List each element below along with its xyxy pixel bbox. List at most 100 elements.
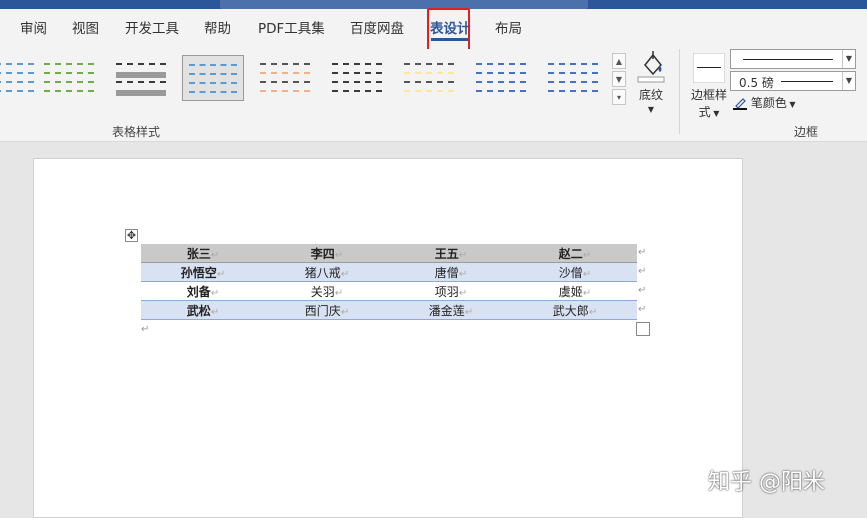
tab-pdf-tools[interactable]: PDF工具集 (258, 9, 325, 49)
shading-button[interactable]: 底纹 ▼ (632, 49, 670, 117)
line-style-sample (743, 59, 833, 60)
cell-end-mark: ↵ (340, 306, 350, 318)
cell-end-mark: ↵ (210, 306, 220, 318)
table-cell[interactable]: 王五↵ (389, 244, 513, 263)
border-styles-button[interactable]: 边框样 式 ▼ (688, 49, 730, 119)
table-style-thumbnail[interactable] (254, 55, 316, 101)
table-style-thumbnail[interactable] (542, 55, 604, 101)
row-end-mark: ↵ (638, 247, 647, 258)
search-box[interactable] (220, 0, 588, 9)
highlight-box (427, 8, 470, 54)
table-cell[interactable]: 潘金莲↵ (389, 300, 513, 320)
table-cell-text: 孙悟空 (180, 265, 217, 280)
chevron-down-icon: ▼ (842, 50, 855, 68)
borders-group-label: 边框 (794, 125, 819, 139)
table-style-thumbnail[interactable] (326, 55, 388, 101)
cell-end-mark: ↵ (458, 268, 468, 280)
cell-end-mark: ↵ (340, 268, 350, 280)
tab-review[interactable]: 审阅 (20, 9, 47, 49)
line-weight-dropdown[interactable]: 0.5 磅 ▼ (730, 71, 856, 91)
style-gridline (548, 81, 598, 83)
table-row: 孙悟空↵ 猪八戒↵ 唐僧↵ 沙僧↵ (141, 262, 637, 282)
table-cell[interactable]: 虞姬↵ (513, 281, 637, 301)
pen-color-button[interactable]: 笔颜色 ▼ (733, 94, 796, 111)
style-gridline (116, 72, 166, 78)
style-gridline (260, 90, 310, 92)
style-gridline (404, 90, 454, 92)
style-gridline (548, 90, 598, 92)
table-cell[interactable]: 西门庆↵ (265, 300, 389, 320)
tab-baidu-netdisk[interactable]: 百度网盘 (350, 9, 404, 49)
table-cell[interactable]: 赵二↵ (513, 244, 637, 263)
document-area (0, 142, 867, 518)
table-row: 武松↵ 西门庆↵ 潘金莲↵ 武大郎↵ (141, 300, 637, 320)
gallery-scroll-up[interactable]: ▲ (612, 53, 626, 69)
table-cell[interactable]: 刘备↵ (141, 281, 265, 301)
table-cell[interactable]: 沙僧↵ (513, 262, 637, 282)
tab-layout[interactable]: 布局 (495, 9, 522, 49)
table-cell-text: 武松 (186, 303, 211, 318)
table-cell-text: 赵二 (558, 246, 583, 261)
table-style-thumbnail[interactable] (38, 55, 100, 101)
pen-icon (733, 97, 747, 110)
document-page[interactable] (33, 158, 743, 518)
border-styles-label-2: 式 ▼ (698, 105, 720, 119)
table-cell-text: 关羽 (310, 284, 335, 299)
line-style-dropdown[interactable]: ▼ (730, 49, 856, 69)
table-cell[interactable]: 孙悟空↵ (141, 262, 265, 282)
watermark: 知乎 @阳米 (708, 470, 825, 495)
style-gridline (476, 90, 526, 92)
table-style-thumbnail[interactable] (470, 55, 532, 101)
style-gridline (260, 72, 310, 74)
style-gridline (0, 72, 34, 74)
table-cell[interactable]: 李四↵ (265, 244, 389, 263)
table-cell-text: 猪八戒 (304, 265, 341, 280)
style-gridline (260, 63, 310, 65)
tab-view[interactable]: 视图 (72, 9, 99, 49)
style-gridline (44, 90, 94, 92)
gallery-scroll-down[interactable]: ▼ (612, 71, 626, 87)
table-cell-text: 张三 (186, 246, 211, 261)
shading-label: 底纹 (638, 88, 663, 102)
cell-end-mark: ↵ (582, 287, 592, 299)
table-cell[interactable]: 项羽↵ (389, 281, 513, 301)
table-cell[interactable]: 武大郎↵ (513, 300, 637, 320)
gallery-more[interactable]: ▾ (612, 89, 626, 105)
style-gridline (404, 72, 454, 74)
table-move-handle-icon[interactable]: ✥ (125, 229, 138, 242)
table-cell[interactable]: 张三↵ (141, 244, 265, 263)
cell-end-mark: ↵ (210, 249, 220, 261)
style-gridline (116, 81, 166, 83)
cell-end-mark: ↵ (216, 268, 226, 280)
row-end-mark: ↵ (638, 285, 647, 296)
cell-end-mark: ↵ (458, 249, 468, 261)
table-cell-text: 项羽 (434, 284, 459, 299)
style-gridline (44, 63, 94, 65)
table-cell[interactable]: 武松↵ (141, 300, 265, 320)
cell-end-mark: ↵ (210, 287, 220, 299)
style-gridline (116, 90, 166, 96)
style-gridline (476, 81, 526, 83)
table-styles-group-label: 表格样式 (112, 125, 161, 139)
table-cell-text: 刘备 (186, 284, 211, 299)
table-resize-handle[interactable] (636, 322, 650, 336)
style-gridline (332, 63, 382, 65)
style-gridline (44, 72, 94, 74)
document-table[interactable]: 张三↵ 李四↵ 王五↵ 赵二↵ 孙悟空↵ 猪八戒↵ 唐僧↵ 沙僧↵ 刘备↵ 关羽↵ 项羽↵ 虞姬↵ 武松… (141, 244, 637, 320)
tab-help[interactable]: 帮助 (204, 9, 231, 49)
table-style-thumbnail[interactable] (110, 55, 172, 101)
style-gridline (0, 90, 34, 92)
table-cell-text: 王五 (434, 246, 459, 261)
table-cell[interactable]: 关羽↵ (265, 281, 389, 301)
table-style-thumbnail[interactable] (0, 55, 40, 101)
table-style-thumbnail-selected[interactable] (182, 55, 244, 101)
style-gridline (260, 81, 310, 83)
table-style-thumbnail[interactable] (398, 55, 460, 101)
row-end-mark: ↵ (638, 266, 647, 277)
table-cell-text: 李四 (310, 246, 335, 261)
tab-developer[interactable]: 开发工具 (125, 9, 179, 49)
table-cell[interactable]: 猪八戒↵ (265, 262, 389, 282)
table-cell[interactable]: 唐僧↵ (389, 262, 513, 282)
style-gridline (0, 81, 34, 83)
cell-end-mark: ↵ (588, 306, 598, 318)
